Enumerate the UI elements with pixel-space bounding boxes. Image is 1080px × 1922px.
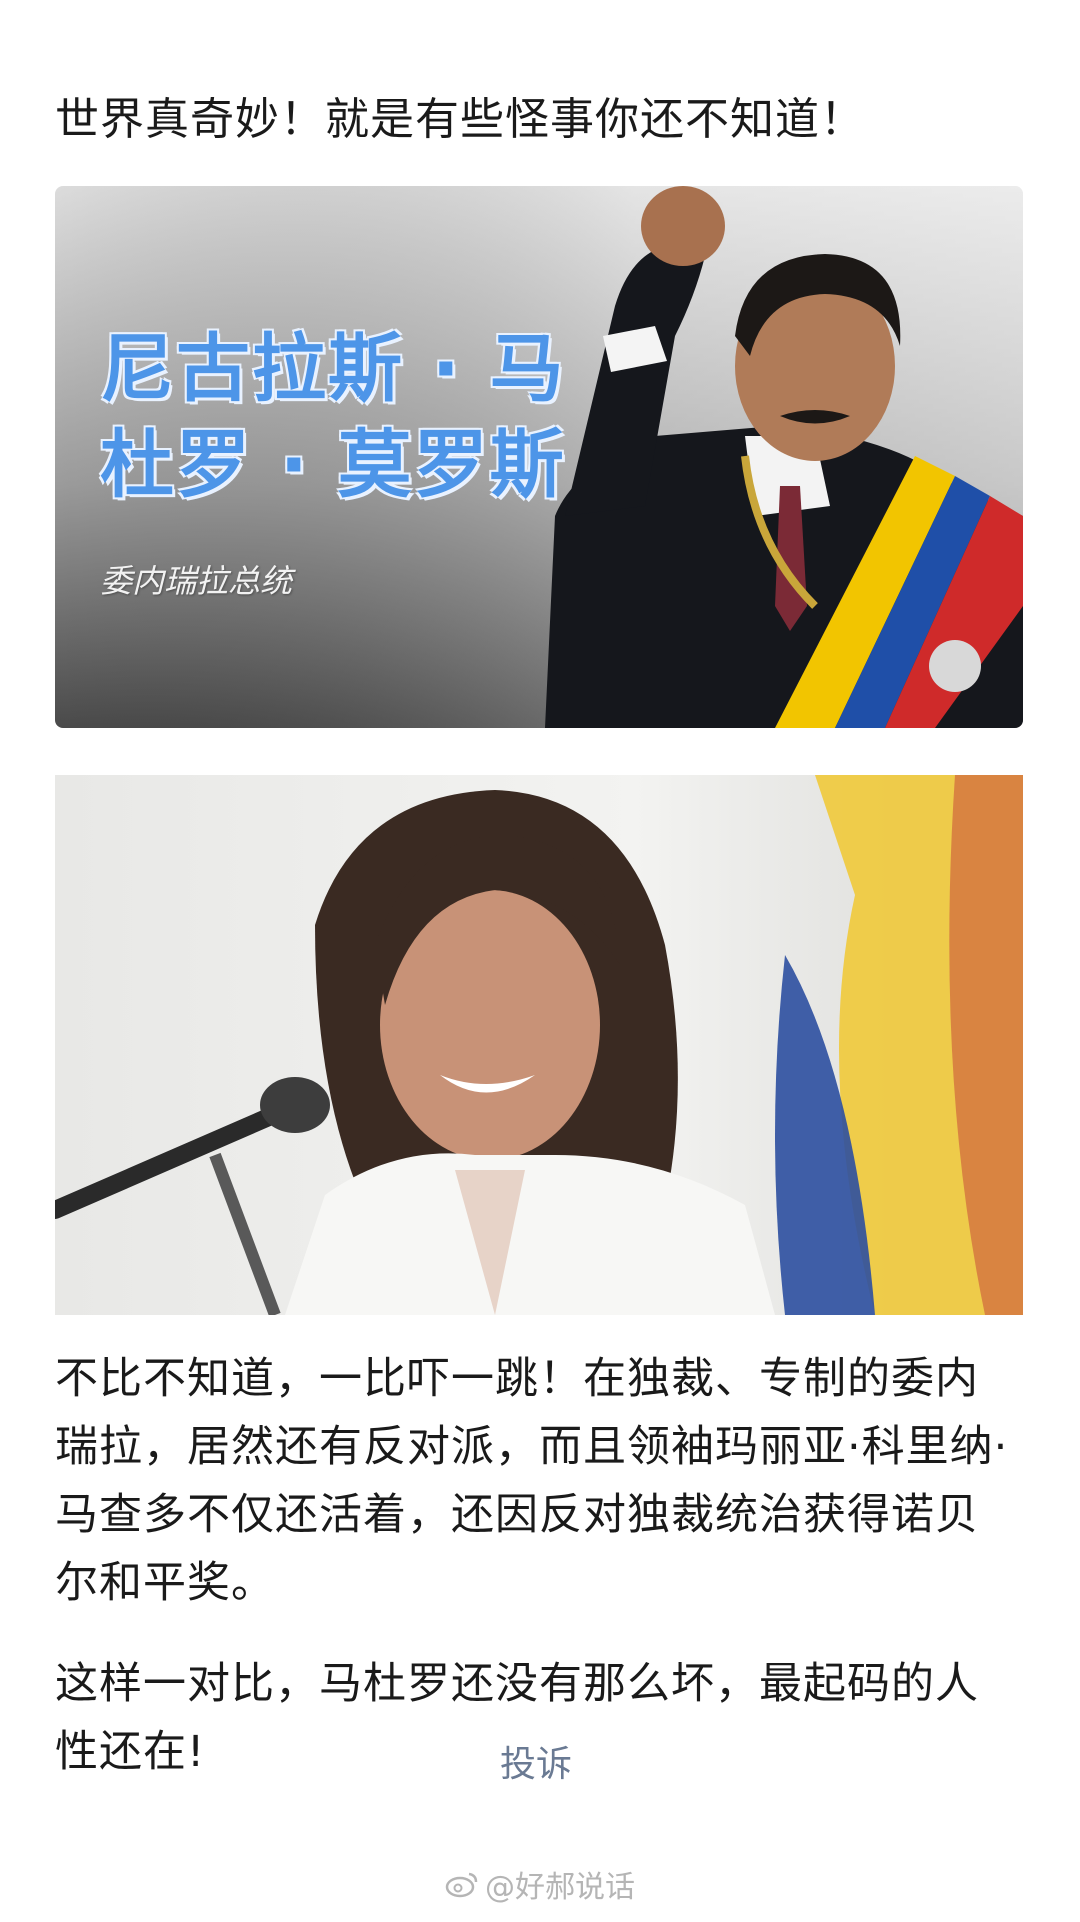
post-headline: 世界真奇妙！就是有些怪事你还不知道！ [55, 94, 865, 145]
watermark: @好郝说话 [445, 1862, 635, 1906]
image-caption-subtitle: 委内瑞拉总统 [100, 562, 293, 600]
post-image-machado[interactable] [55, 775, 1023, 1315]
machado-photo-illustration [55, 775, 1023, 1315]
weibo-icon [445, 1870, 479, 1898]
watermark-text: @好郝说话 [485, 1870, 635, 1905]
complaint-link[interactable]: 投诉 [500, 1735, 572, 1787]
image-caption-line-2: 杜罗 · 莫罗斯 [100, 422, 566, 508]
image-caption-line-1: 尼古拉斯 · 马 [100, 326, 566, 412]
post-paragraph-1: 不比不知道，一比吓一跳！在独裁、专制的委内瑞拉，居然还有反对派，而且领袖玛丽亚·… [55, 1354, 1009, 1608]
post-image-maduro[interactable]: 尼古拉斯 · 马 杜罗 · 莫罗斯 委内瑞拉总统 [55, 186, 1023, 728]
